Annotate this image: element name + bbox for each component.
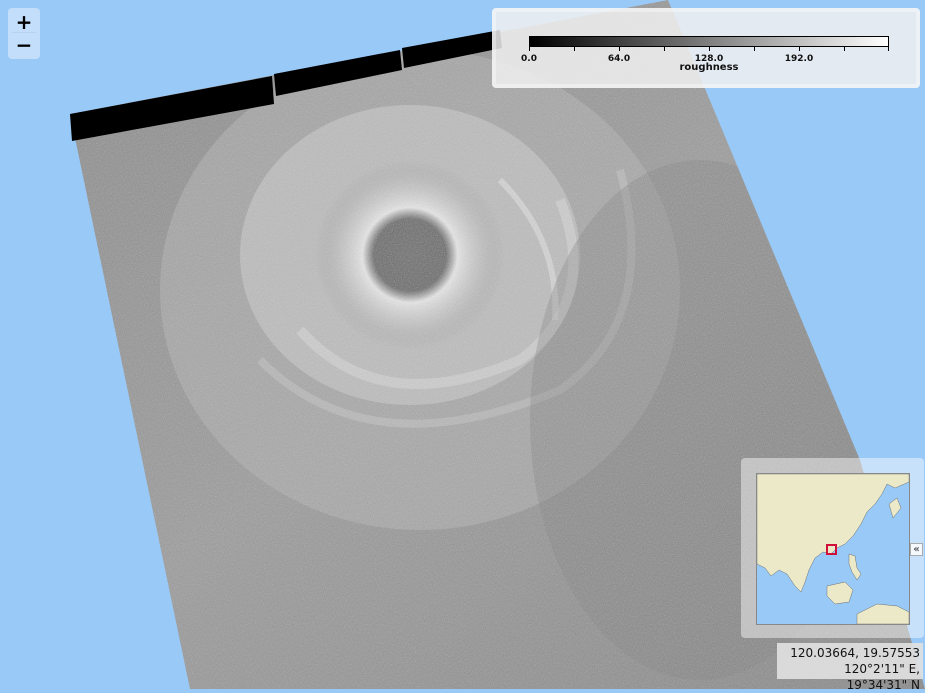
colorbar-tick xyxy=(529,47,530,51)
zoom-control: + − xyxy=(8,8,40,59)
colorbar-tick-label: 192.0 xyxy=(784,54,814,64)
overview-land-asia xyxy=(757,474,909,593)
coordinate-decimal: 120.03664, 19.57553 xyxy=(790,646,920,660)
zoom-in-button[interactable]: + xyxy=(12,11,36,33)
zoom-out-button[interactable]: − xyxy=(12,34,36,56)
overview-collapse-button[interactable]: « xyxy=(910,543,923,556)
overview-land-australia xyxy=(856,603,909,624)
coordinate-dms: 120°2'11" E, 19°34'31" N xyxy=(844,662,920,692)
overview-map-graphic xyxy=(757,474,909,624)
overview-land-philippines xyxy=(848,553,862,581)
overview-land-borneo xyxy=(826,581,854,605)
mouse-position-readout: 120.03664, 19.57553 120°2'11" E, 19°34'3… xyxy=(777,643,923,692)
colorbar-tick xyxy=(709,47,710,51)
colorbar-tick xyxy=(664,47,665,51)
overview-map[interactable] xyxy=(756,473,910,625)
colorbar-tick xyxy=(619,47,620,51)
colorbar-legend: 0.0 64.0 128.0 192.0 roughness xyxy=(492,8,920,88)
colorbar-tick xyxy=(888,47,889,51)
colorbar-tick xyxy=(574,47,575,51)
colorbar-gradient xyxy=(529,36,889,47)
overview-land-japan xyxy=(888,497,902,519)
overview-map-panel xyxy=(741,458,924,638)
colorbar-tick-label: 0.0 xyxy=(521,54,537,64)
colorbar-tick xyxy=(844,47,845,51)
colorbar-tick xyxy=(799,47,800,51)
colorbar-tick-label: 64.0 xyxy=(607,54,631,64)
colorbar-tick xyxy=(754,47,755,51)
colorbar-title: roughness xyxy=(679,62,739,73)
